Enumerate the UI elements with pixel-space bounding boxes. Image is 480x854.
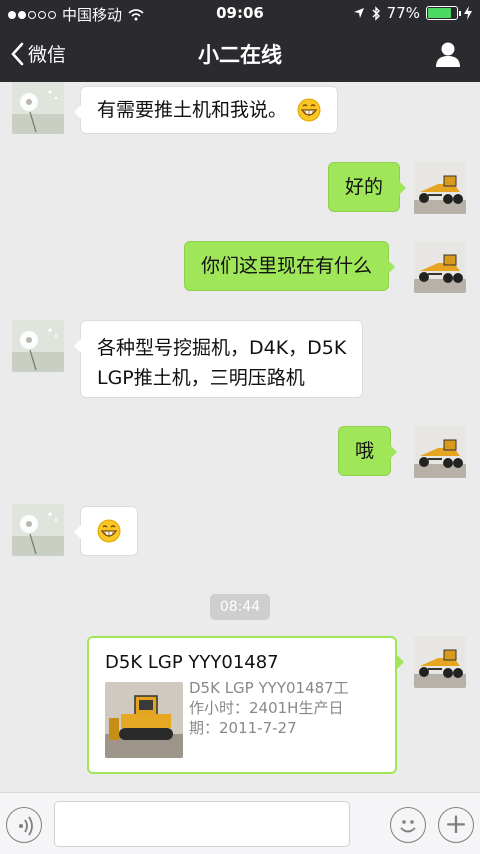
emoji-button[interactable] — [390, 807, 426, 843]
bluetooth-icon — [372, 5, 380, 21]
card-description: D5K LGP YYY01487工 作小时：2401H生产日 期：2011-7-… — [189, 678, 385, 738]
message-text-line: 各种型号挖掘机，D4K，D5K — [97, 337, 347, 359]
plus-icon: + — [444, 807, 468, 840]
card-desc-line: D5K LGP YYY01487工 — [189, 679, 349, 697]
plus-button[interactable]: + — [438, 807, 474, 843]
message-bubble-out[interactable]: 你们这里现在有什么 — [184, 241, 396, 291]
message-text: 哦 — [355, 440, 375, 462]
bulldozer-thumbnail — [105, 682, 183, 758]
message-input[interactable] — [54, 801, 350, 847]
message-text: 有需要推土机和我说。 — [97, 99, 288, 121]
grin-emoji-icon — [297, 98, 321, 122]
message-text: 好的 — [345, 176, 384, 198]
chat-title: 小二在线 — [198, 43, 282, 67]
my-avatar[interactable] — [414, 426, 466, 478]
voice-icon — [19, 816, 33, 836]
charging-icon — [464, 6, 472, 20]
card-desc-line: 期：2011-7-27 — [189, 719, 297, 737]
card-desc-line: 作小时：2401H生产日 — [189, 699, 344, 717]
grin-emoji-icon — [97, 519, 121, 543]
nav-bar: 微信 小二在线 — [0, 26, 480, 82]
message-text: 你们这里现在有什么 — [201, 255, 373, 277]
link-card-message[interactable]: D5K LGP YYY01487 D5K LGP YYY01487工 作小时：2… — [87, 636, 404, 774]
battery-percent: 77% — [386, 4, 420, 22]
input-bar: + — [0, 792, 480, 854]
message-text-line: LGP推土机，三明压路机 — [97, 367, 305, 389]
contact-avatar[interactable] — [12, 320, 64, 372]
location-arrow-icon — [353, 8, 364, 18]
message-bubble-out[interactable]: 哦 — [338, 426, 398, 476]
contact-avatar[interactable] — [12, 504, 64, 556]
status-right: 77% — [353, 4, 472, 22]
message-bubble-out[interactable]: 好的 — [328, 162, 407, 212]
top-bar: 中国移动 09:06 77% 微信 小二在线 — [0, 0, 480, 82]
message-bubble-in[interactable]: 各种型号挖掘机，D4K，D5K LGP推土机，三明压路机 — [73, 320, 364, 398]
status-bar: 中国移动 09:06 77% — [0, 0, 480, 26]
timestamp-badge: 08:44 — [210, 594, 270, 620]
person-icon[interactable] — [434, 40, 462, 68]
voice-button[interactable] — [6, 807, 42, 843]
message-bubble-in[interactable] — [74, 506, 138, 556]
my-avatar[interactable] — [414, 241, 466, 293]
contact-avatar[interactable] — [12, 82, 64, 134]
battery-icon — [426, 6, 461, 20]
my-avatar[interactable] — [414, 162, 466, 214]
my-avatar[interactable] — [414, 636, 466, 688]
card-title: D5K LGP YYY01487 — [105, 652, 279, 673]
emoji-icon — [400, 820, 416, 833]
message-bubble-in[interactable]: 有需要推土机和我说。 — [73, 86, 339, 134]
